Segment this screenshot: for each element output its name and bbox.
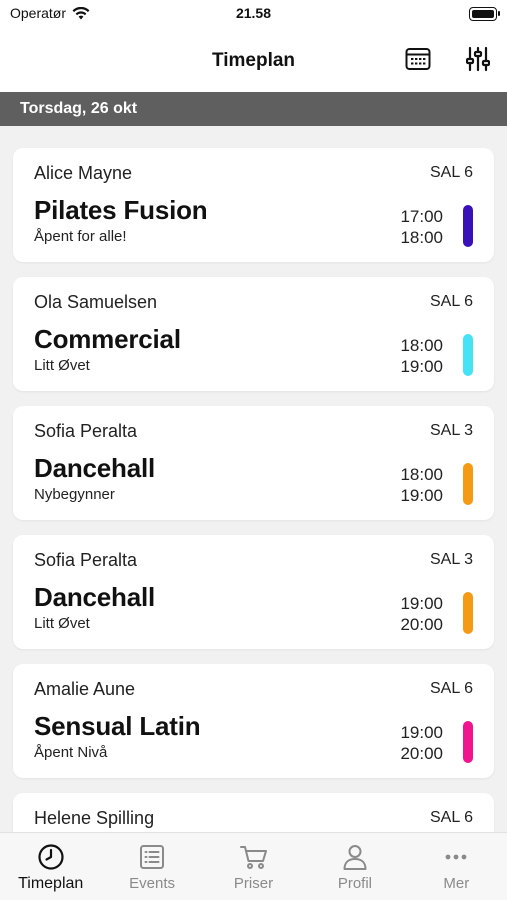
session-card[interactable]: Alice Mayne SAL 6 Pilates Fusion Åpent f… — [13, 148, 494, 262]
class-color-indicator — [463, 721, 473, 763]
class-color-indicator — [463, 592, 473, 634]
session-card[interactable]: Sofia Peralta SAL 3 Dancehall Nybegynner… — [13, 406, 494, 520]
instructor-name: Sofia Peralta — [34, 421, 138, 441]
class-name: Dancehall — [34, 582, 156, 612]
instructor-name: Amalie Aune — [34, 679, 136, 699]
start-time: 18:00 — [400, 336, 443, 355]
tab-profil[interactable]: Profil — [304, 833, 405, 900]
end-time: 20:00 — [400, 615, 443, 634]
instructor-name: Helene Spilling — [34, 808, 155, 828]
class-color-indicator — [463, 463, 473, 505]
tab-label: Mer — [443, 875, 470, 892]
room-label: SAL 6 — [430, 680, 473, 697]
sliders-icon — [466, 46, 490, 72]
filter-button[interactable] — [463, 44, 493, 74]
level-label: Litt Øvet — [34, 357, 90, 374]
level-label: Åpent Nivå — [34, 744, 108, 761]
battery-icon — [469, 7, 500, 21]
room-label: SAL 3 — [430, 551, 473, 568]
end-time: 19:00 — [400, 357, 443, 376]
room-label: SAL 6 — [430, 164, 473, 181]
class-color-indicator — [463, 334, 473, 376]
tab-timeplan[interactable]: Timeplan — [0, 833, 101, 900]
room-label: SAL 6 — [430, 809, 473, 826]
class-color-indicator — [463, 205, 473, 247]
start-time: 19:00 — [400, 723, 443, 742]
session-card[interactable]: Helene Spilling SAL 6 — [13, 793, 494, 832]
start-time: 17:00 — [400, 207, 443, 226]
instructor-name: Sofia Peralta — [34, 550, 138, 570]
date-header: Torsdag, 26 okt — [0, 92, 507, 126]
session-card[interactable]: Sofia Peralta SAL 3 Dancehall Litt Øvet … — [13, 535, 494, 649]
tab-label: Events — [129, 875, 176, 892]
tab-label: Priser — [233, 875, 274, 892]
clock-icon — [38, 844, 64, 870]
level-label: Litt Øvet — [34, 615, 90, 632]
class-name: Pilates Fusion — [34, 195, 208, 225]
end-time: 18:00 — [400, 228, 443, 247]
tab-events[interactable]: Events — [101, 833, 202, 900]
schedule-list[interactable]: Alice Mayne SAL 6 Pilates Fusion Åpent f… — [0, 126, 507, 832]
class-name: Commercial — [34, 324, 181, 354]
start-time: 19:00 — [400, 594, 443, 613]
level-label: Åpent for alle! — [34, 228, 127, 245]
list-icon — [140, 845, 165, 869]
session-card[interactable]: Amalie Aune SAL 6 Sensual Latin Åpent Ni… — [13, 664, 494, 778]
class-name: Dancehall — [34, 453, 156, 483]
tab-bar: Timeplan Events Priser Profil Mer — [0, 832, 507, 900]
class-name: Sensual Latin — [34, 711, 201, 741]
room-label: SAL 3 — [430, 422, 473, 439]
end-time: 19:00 — [400, 486, 443, 505]
calendar-icon — [405, 48, 431, 70]
instructor-name: Ola Samuelsen — [34, 292, 158, 312]
instructor-name: Alice Mayne — [34, 163, 133, 183]
tab-priser[interactable]: Priser — [203, 833, 304, 900]
more-icon — [445, 854, 467, 860]
level-label: Nybegynner — [34, 486, 115, 503]
end-time: 20:00 — [400, 744, 443, 763]
clock-time: 21.58 — [235, 5, 272, 21]
navigation-bar: Timeplan — [0, 28, 507, 92]
tab-label: Timeplan — [18, 875, 84, 892]
status-bar: Operatør 21.58 — [0, 0, 507, 28]
tab-mer[interactable]: Mer — [406, 833, 507, 900]
calendar-button[interactable] — [403, 44, 433, 74]
session-card[interactable]: Ola Samuelsen SAL 6 Commercial Litt Øvet… — [13, 277, 494, 391]
person-icon — [343, 845, 367, 870]
room-label: SAL 6 — [430, 293, 473, 310]
start-time: 18:00 — [400, 465, 443, 484]
cart-icon — [239, 846, 267, 869]
tab-label: Profil — [337, 875, 373, 892]
